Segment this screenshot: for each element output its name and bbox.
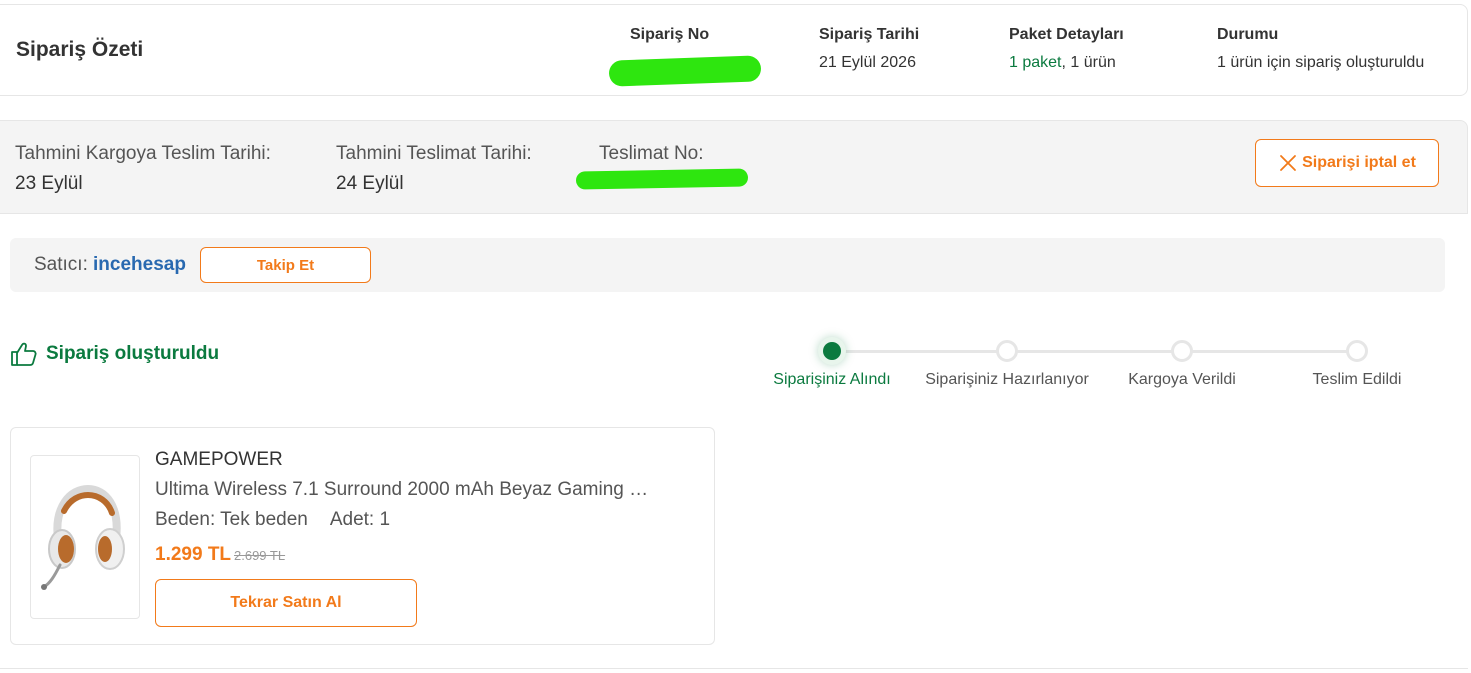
order-no-redaction [608,55,762,87]
tracking-no-label: Teslimat No: [599,143,704,164]
order-no-label: Sipariş No [630,26,710,43]
headphones-icon [41,484,125,590]
summary-title: Sipariş Özeti [16,38,144,61]
order-progress-tracker: Siparişiniz Alındı Siparişiniz Hazırlanı… [760,336,1440,396]
thumbs-up-icon [11,342,37,366]
buy-again-button[interactable]: Tekrar Satın Al [155,579,417,627]
step-label-preparing: Siparişiniz Hazırlanıyor [925,371,1089,388]
product-meta: Beden: Tek beden Adet: 1 [155,509,390,531]
package-column: Paket Detayları 1 paket, 1 ürün [1009,26,1124,72]
cancel-order-label: Siparişi iptal et [1302,154,1416,171]
order-date-label: Sipariş Tarihi [819,26,920,43]
cargo-date-column: Tahmini Kargoya Teslim Tarihi: 23 Eylül [15,143,271,195]
status-label: Durumu [1217,26,1279,43]
order-status: Sipariş oluşturuldu [10,341,219,367]
step-dot-delivered [1346,340,1368,362]
status-value: 1 ürün için sipariş oluşturuldu [1217,54,1425,71]
product-card: GAMEPOWER Ultima Wireless 7.1 Surround 2… [10,427,715,645]
tracking-no-column: Teslimat No: [599,143,704,165]
step-label-shipped: Kargoya Verildi [1128,371,1236,388]
delivery-info-strip: Tahmini Kargoya Teslim Tarihi: 23 Eylül … [0,120,1468,214]
seller-name-link[interactable]: incehesap [93,254,186,276]
delivery-date-column: Tahmini Teslimat Tarihi: 24 Eylül [336,143,532,195]
step-label-delivered: Teslim Edildi [1312,371,1402,388]
seller-bar: Satıcı: incehesap Takip Et [10,238,1445,292]
package-label: Paket Detayları [1009,26,1124,43]
tracking-no-redaction [575,168,749,190]
cargo-date-value: 23 Eylül [15,173,83,194]
delivery-date-label: Tahmini Teslimat Tarihi: [336,143,532,164]
order-date-value: 21 Eylül 2026 [819,54,916,71]
status-text: Sipariş oluşturuldu [46,343,220,364]
progress-track [831,350,1357,353]
cargo-date-label: Tahmini Kargoya Teslim Tarihi: [15,143,271,164]
seller-label: Satıcı: [34,254,88,275]
step-dot-received [823,342,841,360]
product-size: Beden: Tek beden [155,509,308,530]
order-no-column: Sipariş No [630,26,709,44]
product-image[interactable] [30,455,140,619]
step-label-received: Siparişiniz Alındı [773,371,891,388]
product-quantity: Adet: 1 [329,509,391,530]
product-price: 1.299 TL [155,544,232,565]
cancel-order-button[interactable]: Siparişi iptal et [1255,139,1439,187]
bottom-divider [0,668,1468,669]
step-dot-shipped [1171,340,1193,362]
follow-seller-button[interactable]: Takip Et [200,247,371,283]
status-column: Durumu 1 ürün için sipariş oluşturuldu [1217,26,1424,72]
product-brand: GAMEPOWER [155,449,283,470]
step-dot-preparing [996,340,1018,362]
delivery-date-value: 24 Eylül [336,173,404,194]
close-icon [1280,155,1296,171]
package-items: , 1 ürün [1061,54,1116,71]
product-name-link[interactable]: Ultima Wireless 7.1 Surround 2000 mAh Be… [155,479,655,501]
order-summary-card: Sipariş Özeti Sipariş No Sipariş Tarihi … [0,4,1468,96]
product-old-price: 2.699 TL [234,548,286,563]
order-date-column: Sipariş Tarihi 21 Eylül 2026 [819,26,919,72]
package-count-link[interactable]: 1 paket [1009,54,1061,71]
package-value: 1 paket, 1 ürün [1009,54,1124,72]
